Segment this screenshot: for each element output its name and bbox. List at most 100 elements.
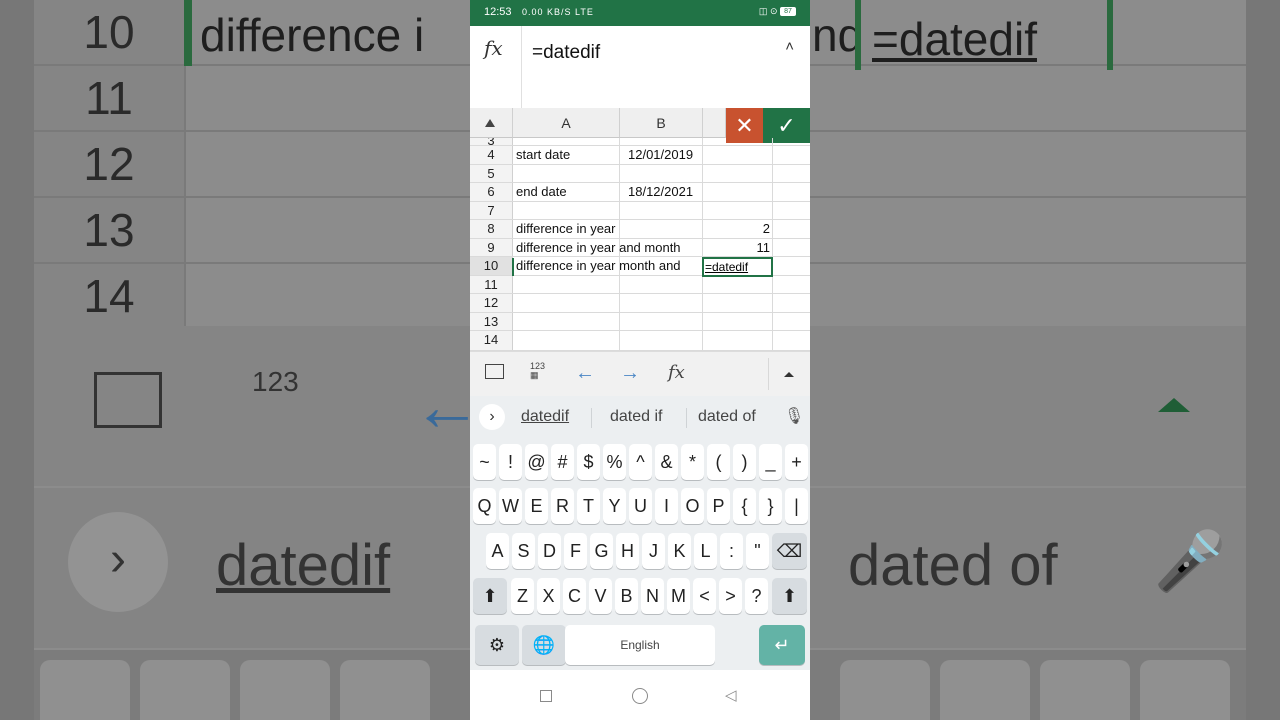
cell-a10[interactable]: difference in year month and: [516, 257, 681, 275]
cell-c9[interactable]: 11: [710, 239, 771, 257]
key[interactable]: R: [551, 488, 574, 524]
key[interactable]: T: [577, 488, 600, 524]
home-icon[interactable]: [632, 688, 648, 704]
insert-function-icon[interactable]: fx: [668, 362, 685, 383]
cell-b4[interactable]: 12/01/2019: [628, 146, 693, 164]
column-header-c[interactable]: [703, 108, 726, 138]
key[interactable]: Z: [511, 578, 534, 614]
cell-a8[interactable]: difference in year: [516, 220, 616, 238]
key[interactable]: X: [537, 578, 560, 614]
bg-key: [1040, 660, 1130, 720]
key[interactable]: P: [707, 488, 730, 524]
cell-a6[interactable]: end date: [516, 183, 567, 201]
active-cell-c10[interactable]: =datedif: [702, 257, 773, 277]
key[interactable]: O: [681, 488, 704, 524]
key[interactable]: L: [694, 533, 717, 569]
settings-key[interactable]: ⚙: [475, 625, 519, 665]
suggestion-3[interactable]: dated of: [698, 408, 756, 426]
mic-icon[interactable]: 🎙: [784, 406, 804, 426]
column-header-a[interactable]: A: [513, 108, 620, 138]
key[interactable]: H: [616, 533, 639, 569]
row-header[interactable]: 7: [470, 201, 513, 219]
cell-a9[interactable]: difference in year and month: [516, 239, 681, 257]
cell-c8[interactable]: 2: [710, 220, 770, 238]
key[interactable]: K: [668, 533, 691, 569]
backspace-key[interactable]: ⌫: [772, 533, 807, 569]
row-header[interactable]: 5: [470, 164, 513, 182]
fx-icon[interactable]: fx: [484, 36, 503, 60]
key[interactable]: $: [577, 444, 600, 480]
key[interactable]: {: [733, 488, 756, 524]
row-header[interactable]: 8: [470, 220, 513, 238]
key[interactable]: Q: [473, 488, 496, 524]
key[interactable]: G: [590, 533, 613, 569]
shift-key-right[interactable]: ⬆: [772, 578, 807, 614]
key[interactable]: W: [499, 488, 522, 524]
key[interactable]: ~: [473, 444, 496, 480]
row-header[interactable]: 13: [470, 312, 513, 330]
key[interactable]: A: [486, 533, 509, 569]
select-all-corner[interactable]: [470, 108, 513, 138]
arrow-left-icon[interactable]: ←: [575, 362, 595, 385]
row-header[interactable]: 11: [470, 275, 513, 293]
bg-expand-icon: [1158, 398, 1190, 412]
key[interactable]: M: [667, 578, 690, 614]
back-icon[interactable]: ◁: [725, 686, 737, 704]
key[interactable]: ): [733, 444, 756, 480]
expand-toolbar-icon[interactable]: [784, 372, 794, 377]
key[interactable]: |: [785, 488, 808, 524]
key[interactable]: +: [785, 444, 808, 480]
chevron-right-icon[interactable]: ›: [479, 404, 505, 430]
key[interactable]: %: [603, 444, 626, 480]
key[interactable]: @: [525, 444, 548, 480]
row-header[interactable]: 12: [470, 294, 513, 312]
key[interactable]: C: [563, 578, 586, 614]
key[interactable]: F: [564, 533, 587, 569]
suggestion-2[interactable]: dated if: [610, 408, 662, 426]
key[interactable]: B: [615, 578, 638, 614]
row-header[interactable]: 3: [470, 138, 513, 145]
recents-icon[interactable]: [540, 690, 552, 702]
arrow-right-icon[interactable]: →: [620, 362, 640, 385]
key[interactable]: I: [655, 488, 678, 524]
key[interactable]: _: [759, 444, 782, 480]
language-key[interactable]: 🌐: [522, 625, 566, 665]
key[interactable]: }: [759, 488, 782, 524]
space-key[interactable]: English: [565, 625, 715, 665]
column-header-b[interactable]: B: [620, 108, 703, 138]
sheet-view-icon[interactable]: [485, 364, 504, 379]
key[interactable]: ?: [745, 578, 768, 614]
enter-key[interactable]: ↵: [759, 625, 805, 665]
shift-key[interactable]: ⬆: [473, 578, 507, 614]
key[interactable]: V: [589, 578, 612, 614]
row-header[interactable]: 6: [470, 183, 513, 201]
key[interactable]: !: [499, 444, 522, 480]
key[interactable]: >: [719, 578, 742, 614]
key[interactable]: (: [707, 444, 730, 480]
row-header[interactable]: 14: [470, 331, 513, 350]
key[interactable]: S: [512, 533, 535, 569]
key[interactable]: <: [693, 578, 716, 614]
toolbar-divider: [768, 358, 769, 390]
key[interactable]: E: [525, 488, 548, 524]
key[interactable]: U: [629, 488, 652, 524]
key[interactable]: D: [538, 533, 561, 569]
key[interactable]: ": [746, 533, 769, 569]
key[interactable]: :: [720, 533, 743, 569]
key[interactable]: ^: [629, 444, 652, 480]
key[interactable]: *: [681, 444, 704, 480]
key[interactable]: &: [655, 444, 678, 480]
key[interactable]: #: [551, 444, 574, 480]
key[interactable]: J: [642, 533, 665, 569]
cell-a4[interactable]: start date: [516, 146, 570, 164]
cell-b6[interactable]: 18/12/2021: [628, 183, 693, 201]
key[interactable]: Y: [603, 488, 626, 524]
row-header[interactable]: 4: [470, 146, 513, 164]
row-header[interactable]: 9: [470, 238, 513, 256]
key[interactable]: N: [641, 578, 664, 614]
chevron-up-icon[interactable]: ˄: [785, 38, 794, 55]
suggestion-1[interactable]: datedif: [521, 408, 569, 426]
numeric-keyboard-icon[interactable]: 123 ▦: [530, 362, 545, 380]
formula-input[interactable]: =datedif: [532, 42, 600, 64]
row-header-selected[interactable]: 10: [470, 257, 513, 275]
